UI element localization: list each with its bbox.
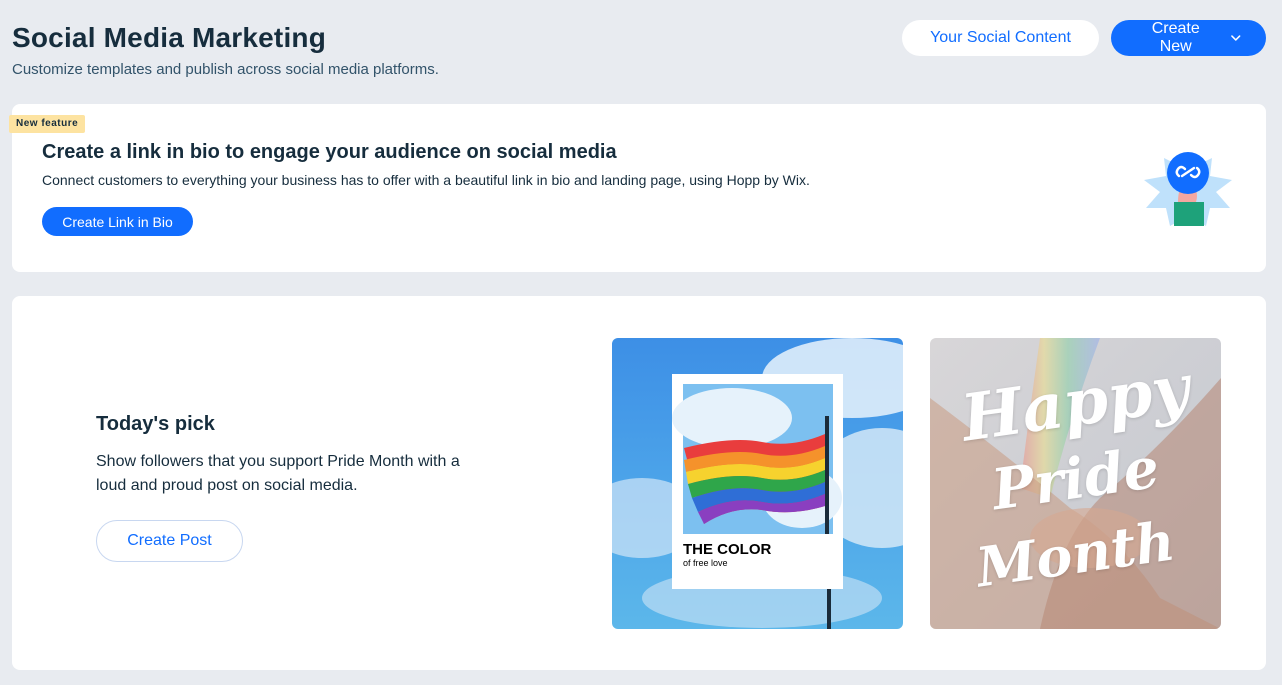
your-social-content-label: Your Social Content [930, 29, 1071, 46]
page-header: Social Media Marketing Customize templat… [12, 20, 1270, 80]
chevron-down-icon [1231, 35, 1241, 41]
todays-pick-description: Show followers that you support Pride Mo… [96, 453, 460, 494]
page-subtitle: Customize templates and publish across s… [12, 61, 439, 78]
template-headline: THE COLOR [683, 541, 772, 558]
header-actions: Your Social Content Create New [902, 20, 1266, 56]
link-in-bio-card: New feature Create a link in bio to enga… [9, 104, 1266, 272]
link-in-bio-title: Create a link in bio to engage your audi… [42, 141, 617, 163]
pride-flag-template[interactable]: THE COLOR of free love [612, 338, 903, 629]
todays-pick-title: Today's pick [96, 413, 215, 435]
template-subline: of free love [683, 558, 728, 568]
create-new-label: Create New [1151, 20, 1200, 55]
create-post-label: Create Post [127, 532, 212, 549]
your-social-content-button[interactable]: Your Social Content [902, 20, 1099, 56]
create-post-button[interactable]: Create Post [96, 520, 243, 562]
link-hand-illustration-icon [1144, 152, 1232, 226]
create-link-in-bio-label: Create Link in Bio [62, 213, 173, 230]
pride-flag-template-image [612, 338, 903, 629]
new-feature-badge: New feature [9, 115, 86, 133]
happy-pride-month-script: Happy Pride Month [930, 338, 1221, 629]
todays-pick-card: Today's pick Show followers that you sup… [12, 296, 1266, 670]
create-new-button[interactable]: Create New [1111, 20, 1266, 56]
happy-pride-month-template[interactable]: Happy Pride Month [930, 338, 1221, 629]
polaroid-caption: THE COLOR of free love [683, 541, 771, 568]
link-in-bio-description: Connect customers to everything your bus… [42, 172, 810, 188]
create-link-in-bio-button[interactable]: Create Link in Bio [42, 207, 193, 236]
